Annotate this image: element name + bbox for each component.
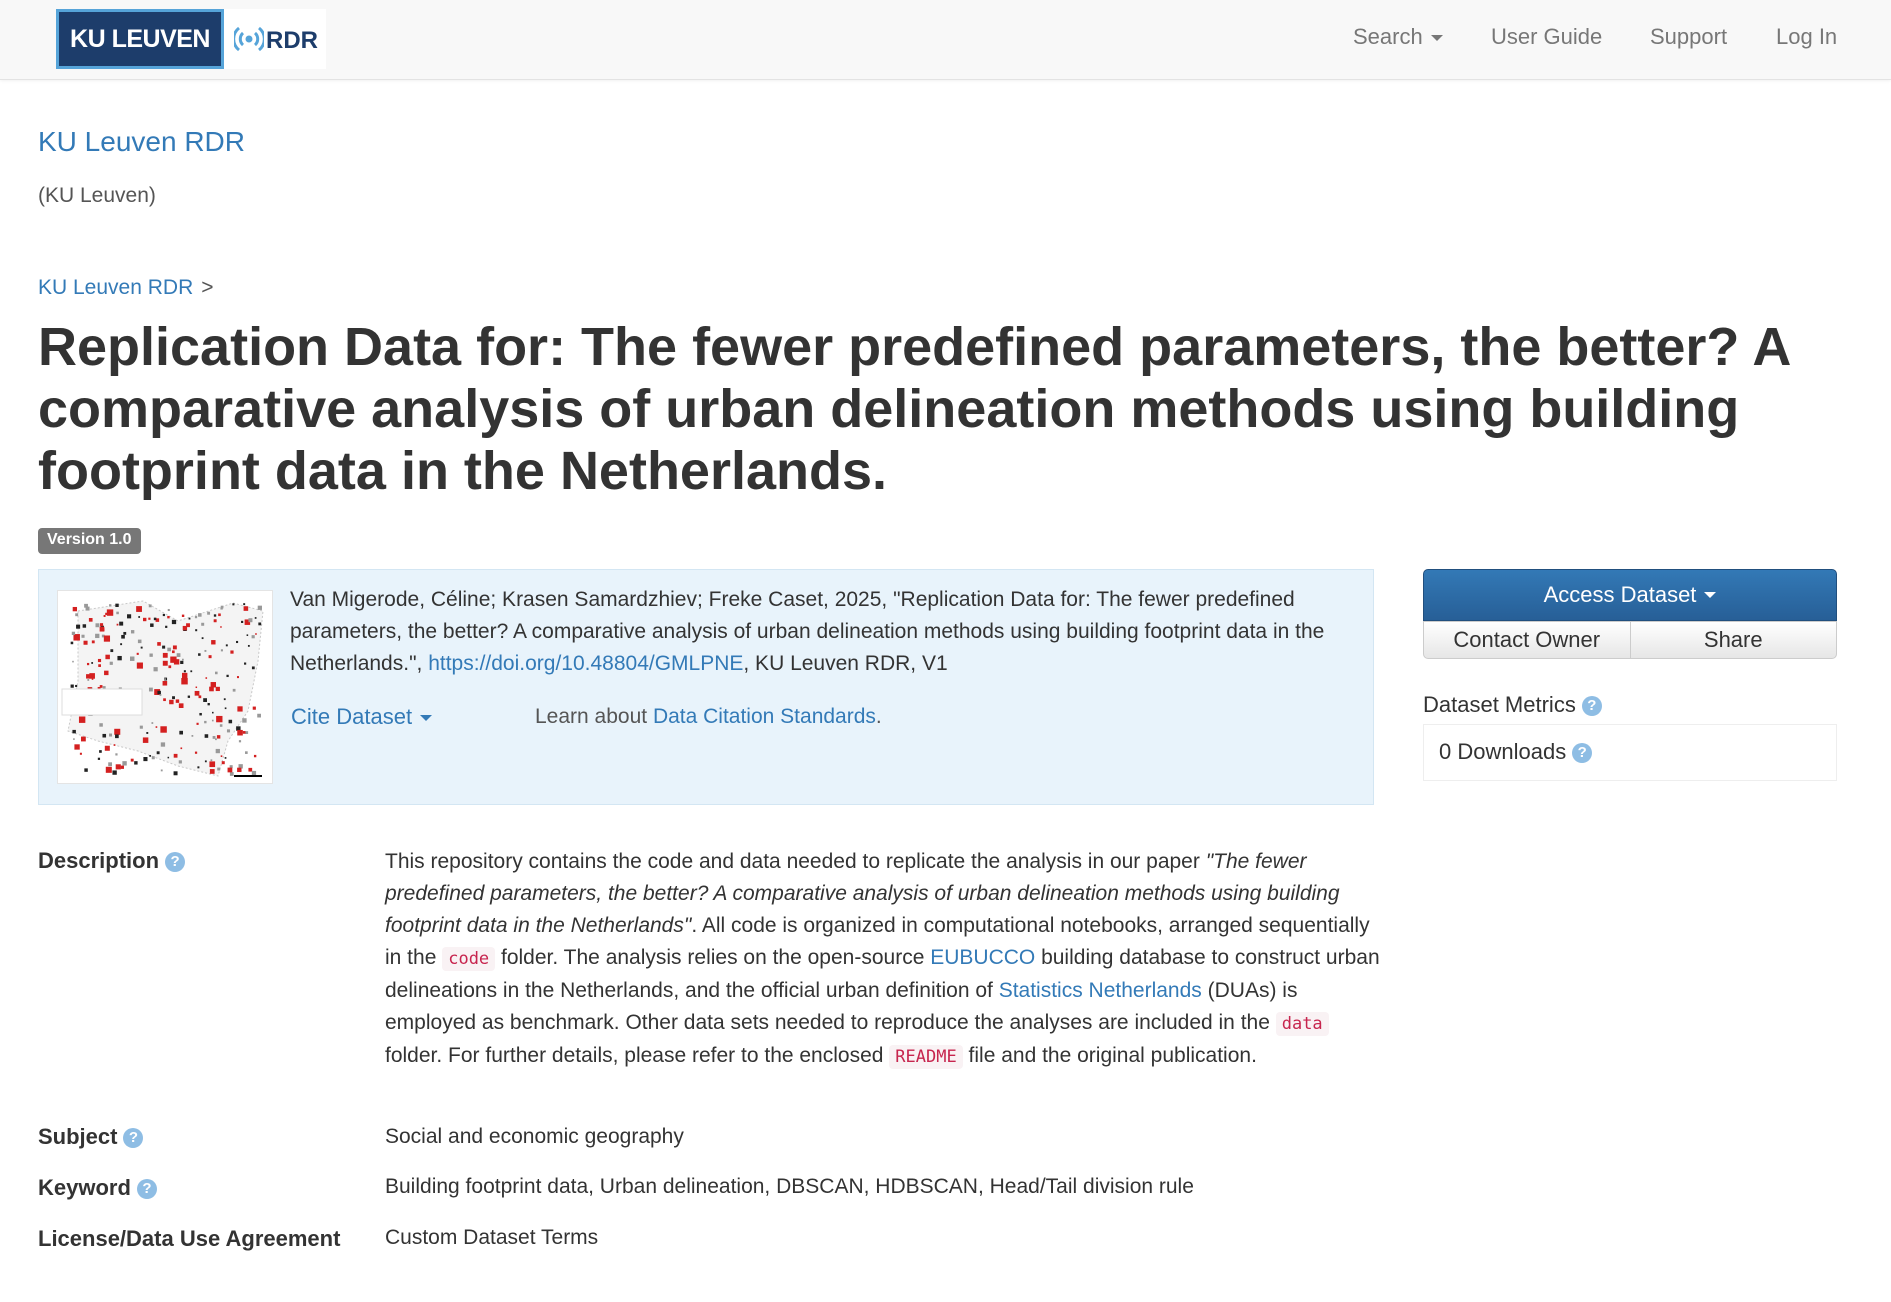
ku-leuven-logo-text: KU LEUVEN: [70, 24, 210, 53]
nav-user-guide[interactable]: User Guide: [1491, 23, 1602, 51]
downloads-label: 0 Downloads: [1439, 739, 1567, 764]
contact-owner-button[interactable]: Contact Owner: [1423, 621, 1631, 659]
caret-down-icon: [1430, 35, 1443, 42]
question-circle-icon[interactable]: ?: [136, 1179, 157, 1199]
subject-label-text: Subject: [38, 1124, 118, 1149]
version-badge: Version 1.0: [38, 528, 141, 554]
description-part: folder. For further details, please refe…: [385, 1044, 890, 1067]
data-folder-name: data: [1275, 1012, 1329, 1036]
data-citation-standards-link[interactable]: Data Citation Standards: [653, 705, 876, 728]
question-circle-icon[interactable]: ?: [123, 1128, 144, 1148]
citation-text: Van Migerode, Céline; Krasen Samardzhiev…: [290, 584, 1360, 680]
breadcrumb-link[interactable]: KU Leuven RDR: [38, 276, 193, 299]
statistics-netherlands-link[interactable]: Statistics Netherlands: [999, 979, 1202, 1002]
keyword-value: Building footprint data, Urban delineati…: [385, 1175, 1194, 1198]
citation-publisher: , KU Leuven RDR, V1: [743, 652, 948, 675]
description-text: This repository contains the code and da…: [385, 846, 1383, 1073]
eubucco-link[interactable]: EUBUCCO: [930, 946, 1035, 969]
rdr-signal-icon: [234, 26, 264, 52]
caret-down-icon: [1704, 592, 1717, 598]
nav-search-dropdown[interactable]: Search: [1353, 23, 1443, 51]
description-part: folder. The analysis relies on the open-…: [495, 946, 931, 969]
subject-value: Social and economic geography: [385, 1125, 684, 1148]
navbar: KU LEUVEN RDR Search User Guide Support …: [0, 0, 1891, 80]
dataverse-name-link[interactable]: KU Leuven RDR: [38, 126, 245, 158]
description-part: This repository contains the code and da…: [385, 850, 1206, 873]
learn-about-prefix: Learn about: [535, 705, 653, 728]
nav-search-label: Search: [1353, 24, 1423, 49]
dataset-metrics-label: Dataset Metrics: [1423, 692, 1576, 717]
breadcrumb: KU Leuven RDR >: [38, 276, 214, 300]
dataset-metrics-box: 0 Downloads?: [1423, 724, 1837, 781]
custom-dataset-terms-link[interactable]: Custom Dataset Terms: [385, 1226, 598, 1250]
share-button[interactable]: Share: [1630, 621, 1837, 659]
caret-down-icon: [420, 715, 433, 722]
cite-dataset-label: Cite Dataset: [291, 704, 413, 729]
breadcrumb-separator: >: [201, 276, 214, 299]
downloads-count: 0 Downloads?: [1439, 739, 1593, 765]
dataset-title: Replication Data for: The fewer predefin…: [38, 317, 1790, 501]
netherlands-map-image: [61, 600, 264, 777]
subject-label: Subject?: [38, 1124, 144, 1150]
ku-leuven-logo[interactable]: KU LEUVEN: [56, 9, 224, 69]
dataverse-affiliation: (KU Leuven): [38, 184, 156, 207]
description-label: Description?: [38, 848, 186, 874]
nav-log-in[interactable]: Log In: [1776, 23, 1837, 51]
learn-about-suffix: .: [875, 705, 882, 728]
license-label: License/Data Use Agreement: [38, 1226, 341, 1251]
description-part: file and the original publication.: [962, 1044, 1257, 1067]
keyword-label-text: Keyword: [38, 1175, 131, 1200]
dataset-action-buttons: Contact Owner Share: [1423, 621, 1837, 659]
question-circle-icon[interactable]: ?: [165, 852, 186, 872]
keyword-label: Keyword?: [38, 1175, 157, 1201]
description-label-text: Description: [38, 848, 160, 873]
rdr-logo-text: RDR: [266, 27, 318, 54]
readme-file-name: README: [889, 1045, 963, 1069]
cite-dataset-dropdown[interactable]: Cite Dataset: [291, 704, 433, 730]
learn-about-text: Learn about Data Citation Standards.: [535, 705, 882, 729]
dataset-metrics-heading: Dataset Metrics?: [1423, 692, 1602, 718]
access-dataset-label: Access Dataset: [1543, 582, 1697, 607]
access-dataset-button[interactable]: Access Dataset: [1423, 569, 1837, 621]
citation-box: Van Migerode, Céline; Krasen Samardzhiev…: [38, 569, 1374, 805]
question-circle-icon[interactable]: ?: [1581, 696, 1602, 716]
question-circle-icon[interactable]: ?: [1572, 743, 1593, 763]
doi-link[interactable]: https://doi.org/10.48804/GMLPNE: [428, 652, 743, 675]
code-folder-name: code: [442, 947, 496, 971]
nav-support[interactable]: Support: [1650, 23, 1727, 51]
dataset-thumbnail[interactable]: [57, 590, 273, 784]
rdr-logo[interactable]: RDR: [224, 9, 326, 69]
